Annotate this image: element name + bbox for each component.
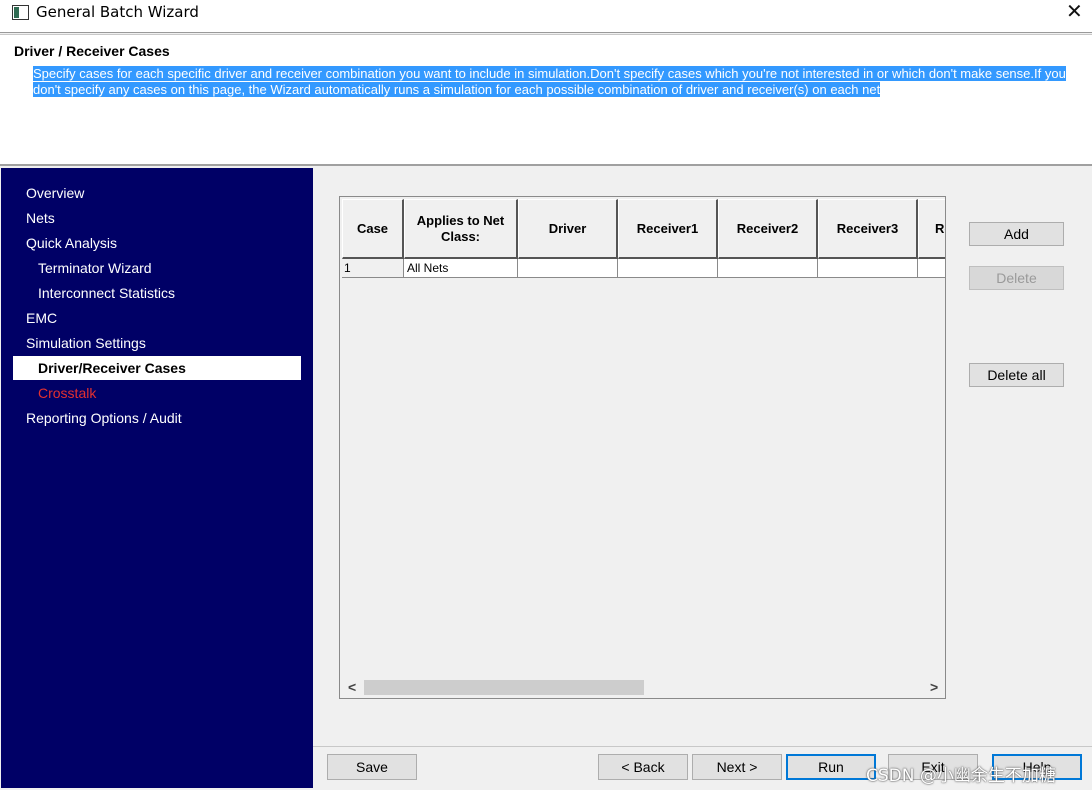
cases-grid[interactable]: Case Applies to Net Class: Driver Receiv… [339, 196, 946, 699]
sidebar-item-quick-analysis[interactable]: Quick Analysis [26, 235, 117, 251]
sidebar-item-interconnect-statistics[interactable]: Interconnect Statistics [38, 285, 175, 301]
column-header-case[interactable]: Case [342, 199, 404, 259]
table-row[interactable]: 1 All Nets [342, 259, 945, 278]
description-text: Specify cases for each specific driver a… [33, 66, 1066, 97]
page-title: Driver / Receiver Cases [14, 43, 170, 59]
delete-all-button[interactable]: Delete all [969, 363, 1064, 387]
column-header-driver[interactable]: Driver [518, 199, 618, 259]
cell-case[interactable]: 1 [342, 259, 404, 278]
page-header: Driver / Receiver Cases Specify cases fo… [0, 34, 1092, 166]
grid-header: Case Applies to Net Class: Driver Receiv… [342, 199, 945, 259]
column-header-net-class[interactable]: Applies to Net Class: [404, 199, 518, 259]
app-icon [12, 5, 29, 20]
sidebar-item-driver-receiver-cases[interactable]: Driver/Receiver Cases [13, 356, 301, 380]
cell-receiver4[interactable] [918, 259, 945, 278]
title-bar: General Batch Wizard ✕ [0, 0, 1092, 33]
close-icon[interactable]: ✕ [1066, 1, 1083, 23]
sidebar-item-reporting-options[interactable]: Reporting Options / Audit [26, 410, 182, 426]
add-button[interactable]: Add [969, 222, 1064, 246]
scroll-right-icon[interactable]: > [930, 679, 938, 695]
column-header-receiver3[interactable]: Receiver3 [818, 199, 918, 259]
save-button[interactable]: Save [327, 754, 417, 780]
window-title: General Batch Wizard [36, 3, 199, 21]
sidebar-item-simulation-settings[interactable]: Simulation Settings [26, 335, 146, 351]
horizontal-scrollbar[interactable]: < > [342, 678, 945, 697]
cell-receiver1[interactable] [618, 259, 718, 278]
sidebar-item-crosstalk[interactable]: Crosstalk [38, 385, 96, 401]
cell-receiver2[interactable] [718, 259, 818, 278]
page-description: Specify cases for each specific driver a… [33, 66, 1083, 98]
column-header-receiver4[interactable]: Re [918, 199, 945, 259]
sidebar-item-overview[interactable]: Overview [26, 185, 84, 201]
sidebar-item-emc[interactable]: EMC [26, 310, 57, 326]
delete-button[interactable]: Delete [969, 266, 1064, 290]
scroll-thumb[interactable] [364, 680, 644, 695]
watermark: CSDN @小幽余生不加糖 [866, 766, 1056, 786]
column-header-receiver1[interactable]: Receiver1 [618, 199, 718, 259]
next-button[interactable]: Next > [692, 754, 782, 780]
sidebar-item-terminator-wizard[interactable]: Terminator Wizard [38, 260, 152, 276]
scroll-left-icon[interactable]: < [348, 679, 356, 695]
back-button[interactable]: < Back [598, 754, 688, 780]
wizard-sidebar: Overview Nets Quick Analysis Terminator … [1, 168, 313, 788]
column-header-receiver2[interactable]: Receiver2 [718, 199, 818, 259]
footer-divider [313, 746, 1092, 747]
cell-driver[interactable] [518, 259, 618, 278]
cell-receiver3[interactable] [818, 259, 918, 278]
cell-net-class[interactable]: All Nets [404, 259, 518, 278]
run-button[interactable]: Run [786, 754, 876, 780]
sidebar-item-nets[interactable]: Nets [26, 210, 55, 226]
